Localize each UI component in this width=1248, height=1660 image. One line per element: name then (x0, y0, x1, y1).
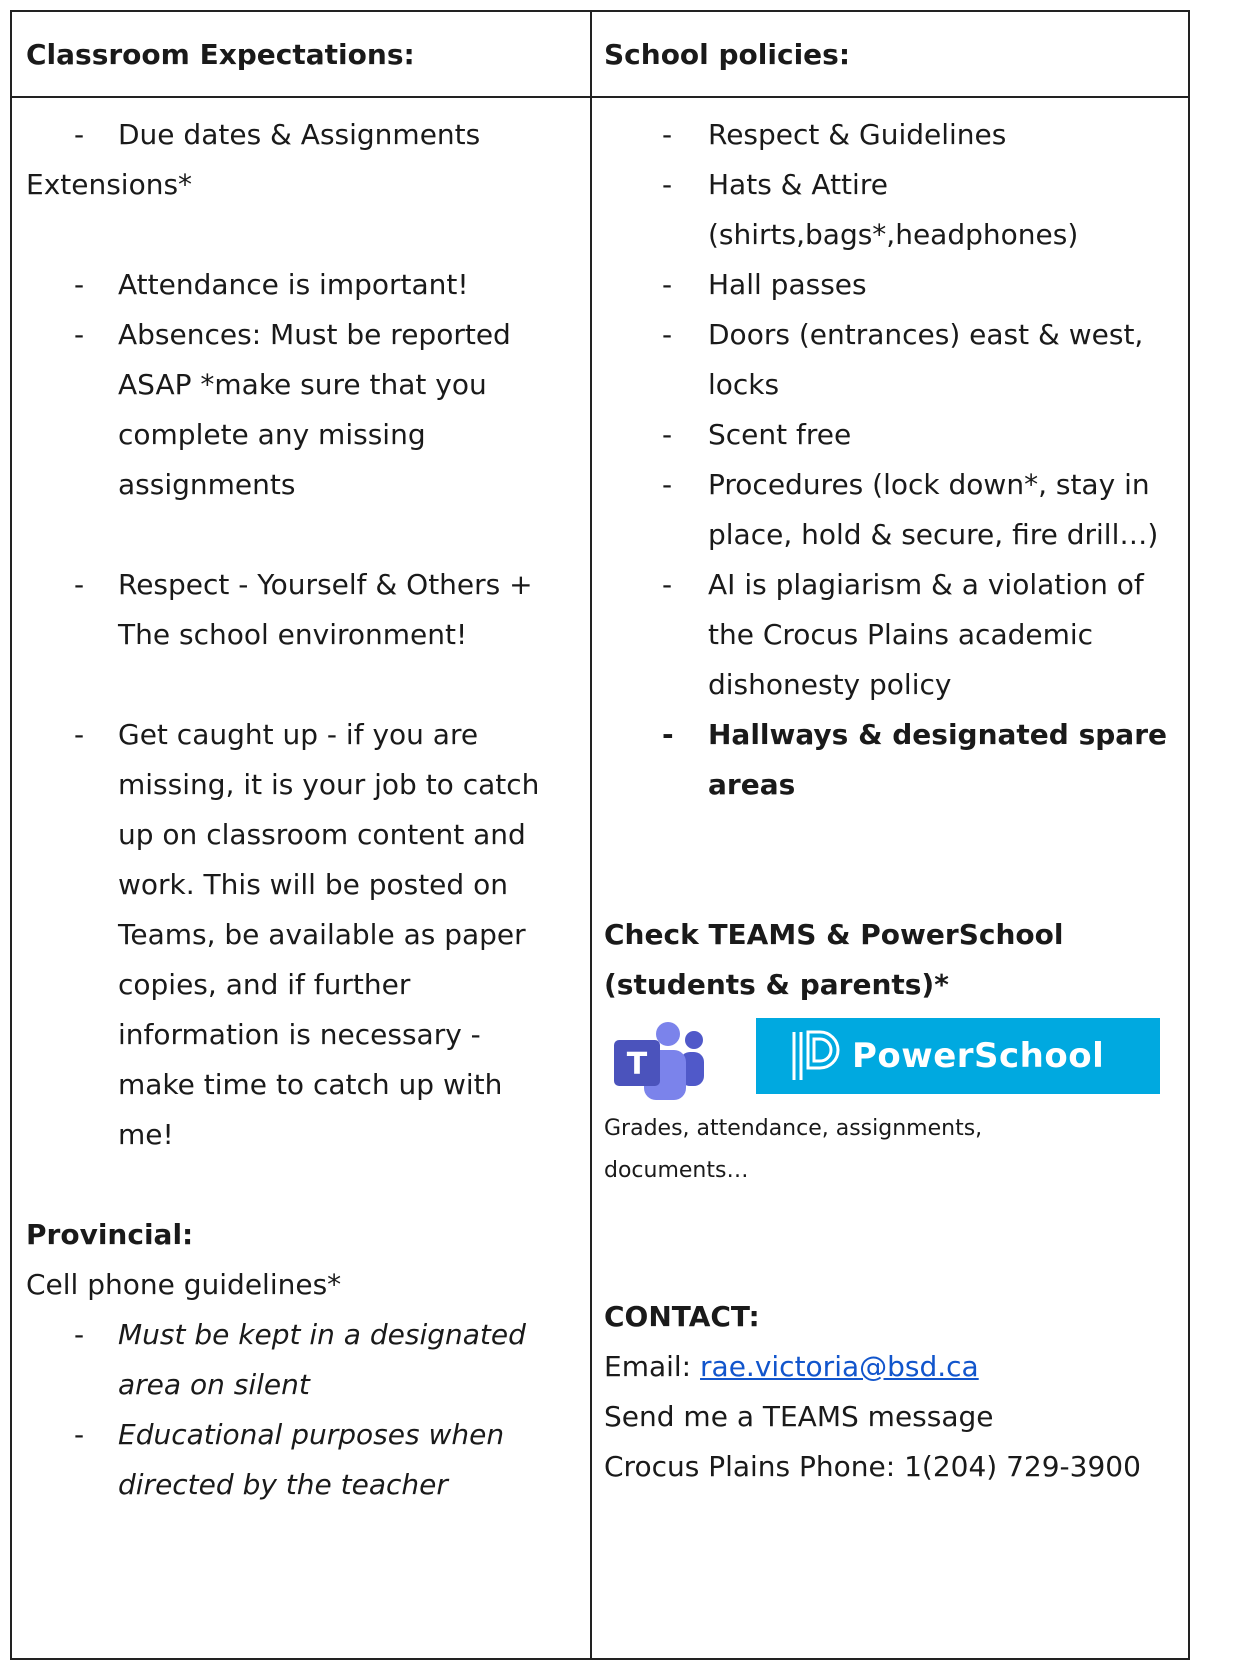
document-table: Classroom Expectations: School policies:… (10, 10, 1190, 1660)
teams-logo-letter: T (627, 1047, 648, 1082)
list-item: - Attendance is important! (74, 268, 469, 301)
provincial-heading: Provincial: (26, 1218, 194, 1251)
powerschool-p-icon (792, 1030, 840, 1080)
cell-phone-guidelines: Cell phone guidelines* (26, 1268, 342, 1301)
powerschool-logo-text: PowerSchool (852, 1036, 1105, 1076)
list-item: - AI is plagiarism & a violation of the Cr… (662, 568, 1144, 701)
list-item: - Get caught up - if you are missing, it … (74, 718, 540, 1151)
list-item: - Educational purposes when directed by t… (74, 1418, 505, 1501)
list-item: - Doors (entrances) east & west, locks (662, 318, 1144, 401)
list-item: - Hall passes (662, 268, 867, 301)
grades-note-line1: Grades, attendance, assignments, (604, 1116, 983, 1141)
check-teams-subheading: (students & parents)* (604, 968, 949, 1001)
list-item: - Respect & Guidelines (662, 118, 1007, 151)
list-item: - Scent free (662, 418, 852, 451)
email-link[interactable]: rae.victoria@bsd.ca (700, 1350, 979, 1383)
list-item: - Due dates & Assignments (74, 118, 481, 151)
right-column: - Respect & Guidelines - Hats & Attire (shi… (604, 110, 1180, 1492)
left-header: Classroom Expectations: (26, 38, 415, 71)
logos-row: T PowerSchool (604, 1016, 1180, 1108)
teams-message-line: Send me a TEAMS message (604, 1400, 994, 1433)
phone-line: Crocus Plains Phone: 1(204) 729-3900 (604, 1450, 1141, 1483)
list-item: - Hats & Attire (shirts,bags*,headphones) (662, 168, 1079, 251)
contact-heading: CONTACT: (604, 1300, 760, 1333)
column-divider (590, 12, 592, 1658)
list-item: - Absences: Must be reported ASAP *make s… (74, 318, 511, 501)
teams-logo-icon: T (614, 1022, 704, 1100)
list-item-continuation: Extensions* (26, 168, 193, 201)
list-item: - Must be kept in a designated area on si… (74, 1318, 526, 1401)
header-divider (12, 96, 1188, 98)
list-item: - Respect - Yourself & Others + The schoo… (74, 568, 533, 651)
check-teams-heading: Check TEAMS & PowerSchool (604, 918, 1064, 951)
list-item-bold: - Hallways & designated spare areas (662, 718, 1167, 801)
powerschool-logo: PowerSchool (756, 1018, 1160, 1094)
list-item: - Procedures (lock down*, stay in place, h… (662, 468, 1159, 551)
email-line: Email: rae.victoria@bsd.ca (604, 1350, 979, 1383)
right-header: School policies: (604, 38, 851, 71)
grades-note-line2: documents… (604, 1158, 749, 1183)
left-column: - Due dates & Assignments Extensions* - At… (26, 110, 582, 1510)
